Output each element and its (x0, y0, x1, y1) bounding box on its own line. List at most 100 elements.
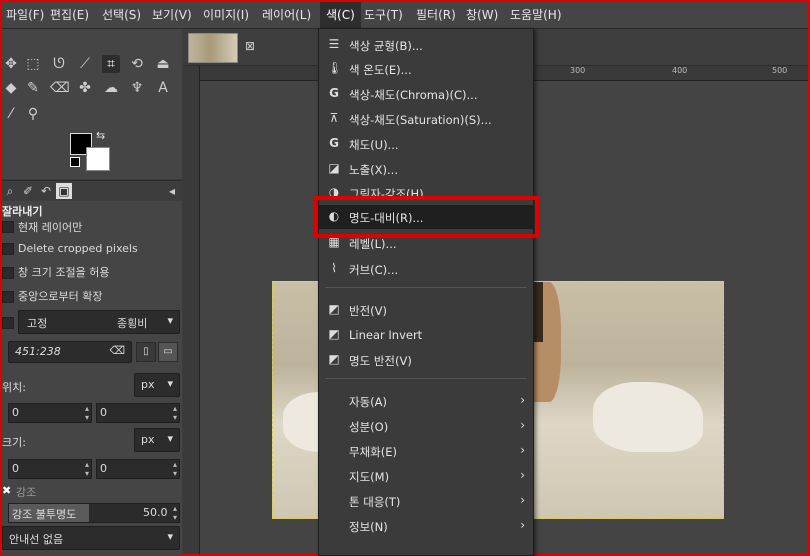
position-x-input[interactable]: 0 ▴ ▾ (8, 403, 92, 423)
highlight-check-icon[interactable]: ✖ (2, 484, 11, 497)
fixed-label: 고정 (27, 317, 48, 330)
spin-icon[interactable]: ▴ ▾ (173, 404, 177, 422)
spin-icon[interactable]: ▴ ▾ (173, 504, 177, 522)
rect-select-icon[interactable]: ⬚ (24, 55, 42, 73)
spin-icon[interactable]: ▴ ▾ (85, 404, 89, 422)
menu-tools[interactable]: 도구(T) (364, 2, 403, 28)
path-icon[interactable]: ♆ (128, 79, 146, 97)
tool-options-tab-icon[interactable]: ⌕ (2, 183, 18, 199)
menu-item-label: 색 온도(E)... (349, 63, 412, 77)
menu-item-label: 채도(U)... (349, 138, 399, 152)
size-unit-select[interactable]: px ▾ (134, 428, 180, 452)
paintbrush-icon[interactable]: ✎ (24, 79, 42, 97)
expand-center-checkbox[interactable] (2, 291, 14, 303)
device-status-tab-icon[interactable]: ✐ (20, 183, 36, 199)
position-unit: px (141, 378, 155, 391)
spin-icon[interactable]: ▴ ▾ (85, 460, 89, 478)
image-thumbnail[interactable] (188, 33, 238, 63)
ratio-input[interactable]: 451:238 ⌫ (8, 341, 132, 363)
fixed-checkbox[interactable] (2, 317, 14, 329)
highlight-label: 강조 (16, 486, 37, 499)
ruler-tick: 400 (672, 66, 688, 75)
allow-growing-checkbox[interactable] (2, 267, 14, 279)
move-tool-icon[interactable]: ✥ (2, 55, 20, 73)
ruler-tick: 500 (772, 66, 788, 75)
position-y-input[interactable]: 0 ▴ ▾ (96, 403, 180, 423)
dock-tabs: ⌕ ✐ ↶ ▣ ◂ (2, 181, 182, 201)
clear-icon[interactable]: ⌫ (109, 344, 125, 357)
chevron-right-icon: › (520, 518, 525, 532)
toolbox: ✥ ⬚ ᘎ ⟋ ⌗ ⟲ ⏏ ◆ ✎ ⌫ ✤ ☁ ♆ A ⁄ ⚲ ⇆ (2, 29, 182, 179)
menu-help[interactable]: 도움말(H) (510, 2, 562, 28)
menu-item-color-balance[interactable]: ☰ 색상 균형(B)... (319, 33, 533, 57)
fixed-mode-select[interactable]: 고정 종횡비 ▾ (18, 310, 180, 334)
statue-shape (593, 382, 703, 452)
guides-select[interactable]: 안내선 없음 ▾ (2, 526, 180, 550)
position-unit-select[interactable]: px ▾ (134, 373, 180, 397)
delete-cropped-checkbox[interactable] (2, 243, 14, 255)
smudge-icon[interactable]: ☁ (102, 79, 120, 97)
menu-item-linear-invert[interactable]: ◩ Linear Invert (319, 323, 533, 347)
color-picker-icon[interactable]: ⁄ (2, 105, 20, 123)
menu-item-desaturate[interactable]: 무채화(E) › (319, 439, 533, 463)
chevron-right-icon: › (520, 493, 525, 507)
menu-item-map[interactable]: 지도(M) › (319, 464, 533, 488)
lasso-icon[interactable]: ᘎ (50, 55, 68, 73)
menu-item-hue-saturation[interactable]: ⊼ 색상-채도(Saturation)(S)... (319, 107, 533, 131)
menu-view[interactable]: 보기(V) (152, 2, 192, 28)
menu-file[interactable]: 파일(F) (6, 2, 44, 28)
undo-history-tab-icon[interactable]: ↶ (38, 183, 54, 199)
menu-layer[interactable]: 레이어(L) (262, 2, 311, 28)
size-h-input[interactable]: 0 ▴ ▾ (96, 459, 180, 479)
size-w-input[interactable]: 0 ▴ ▾ (8, 459, 92, 479)
menu-filters[interactable]: 필터(R) (416, 2, 456, 28)
menu-item-tone-mapping[interactable]: 톤 대응(T) › (319, 489, 533, 513)
menu-bar: 파일(F) 편집(E) 선택(S) 보기(V) 이미지(I) 레이어(L) 색(… (2, 2, 808, 29)
guides-value: 안내선 없음 (9, 533, 64, 546)
menu-colors[interactable]: 색(C) (320, 2, 361, 28)
menu-item-invert[interactable]: ◩ 반전(V) (319, 298, 533, 322)
eraser-icon[interactable]: ⌫ (50, 79, 70, 97)
spin-icon[interactable]: ▴ ▾ (173, 460, 177, 478)
menu-separator (325, 378, 527, 379)
color-balance-icon: ☰ (328, 37, 340, 51)
highlight-opacity-slider[interactable]: 강조 불투명도 50.0 ▴ ▾ (8, 503, 180, 523)
clone-icon[interactable]: ✤ (76, 79, 94, 97)
menu-item-exposure[interactable]: ◪ 노출(X)... (319, 157, 533, 181)
vertical-ruler (183, 66, 200, 554)
images-tab-icon[interactable]: ▣ (56, 183, 72, 199)
menu-item-label: 명도 반전(V) (349, 354, 412, 368)
menu-item-info[interactable]: 정보(N) › (319, 514, 533, 538)
menu-item-hue-chroma[interactable]: G 색상-채도(Chroma)(C)... (319, 82, 533, 106)
menu-image[interactable]: 이미지(I) (203, 2, 249, 28)
menu-select[interactable]: 선택(S) (102, 2, 141, 28)
ratio-value: 451:238 (15, 345, 61, 358)
bucket-icon[interactable]: ◆ (2, 79, 20, 97)
crop-tool-icon[interactable]: ⌗ (102, 55, 120, 73)
highlight-box (313, 196, 539, 238)
swap-colors-icon[interactable]: ⇆ (96, 129, 105, 142)
close-icon[interactable]: ⊠ (245, 39, 255, 53)
menu-item-curves[interactable]: ⌇ 커브(C)... (319, 257, 533, 281)
transform-icon[interactable]: ⟲ (128, 55, 146, 73)
current-layer-checkbox[interactable] (2, 221, 14, 233)
fuzzy-select-icon[interactable]: ⟋ (76, 55, 94, 73)
portrait-icon[interactable]: ▯ (136, 342, 156, 362)
menu-item-components[interactable]: 성분(O) › (319, 414, 533, 438)
chevron-right-icon: › (520, 443, 525, 457)
menu-item-label: 색상 균형(B)... (349, 39, 423, 53)
menu-windows[interactable]: 창(W) (466, 2, 498, 28)
warp-icon[interactable]: ⏏ (154, 55, 172, 73)
landscape-icon[interactable]: ▭ (158, 342, 178, 362)
menu-item-saturation[interactable]: G 채도(U)... (319, 132, 533, 156)
menu-item-auto[interactable]: 자동(A) › (319, 389, 533, 413)
dock-menu-icon[interactable]: ◂ (164, 183, 180, 199)
background-color[interactable] (86, 147, 110, 171)
menu-item-color-temperature[interactable]: 🌡 색 온도(E)... (319, 57, 533, 81)
menu-item-value-invert[interactable]: ◩ 명도 반전(V) (319, 348, 533, 372)
text-tool-icon[interactable]: A (154, 79, 172, 97)
default-colors-icon[interactable] (70, 157, 80, 167)
menu-edit[interactable]: 편집(E) (50, 2, 89, 28)
zoom-icon[interactable]: ⚲ (24, 105, 42, 123)
tool-options-panel: ⌕ ✐ ↶ ▣ ◂ 잘라내기 현재 레이어만 Delete cropped pi… (2, 180, 182, 555)
